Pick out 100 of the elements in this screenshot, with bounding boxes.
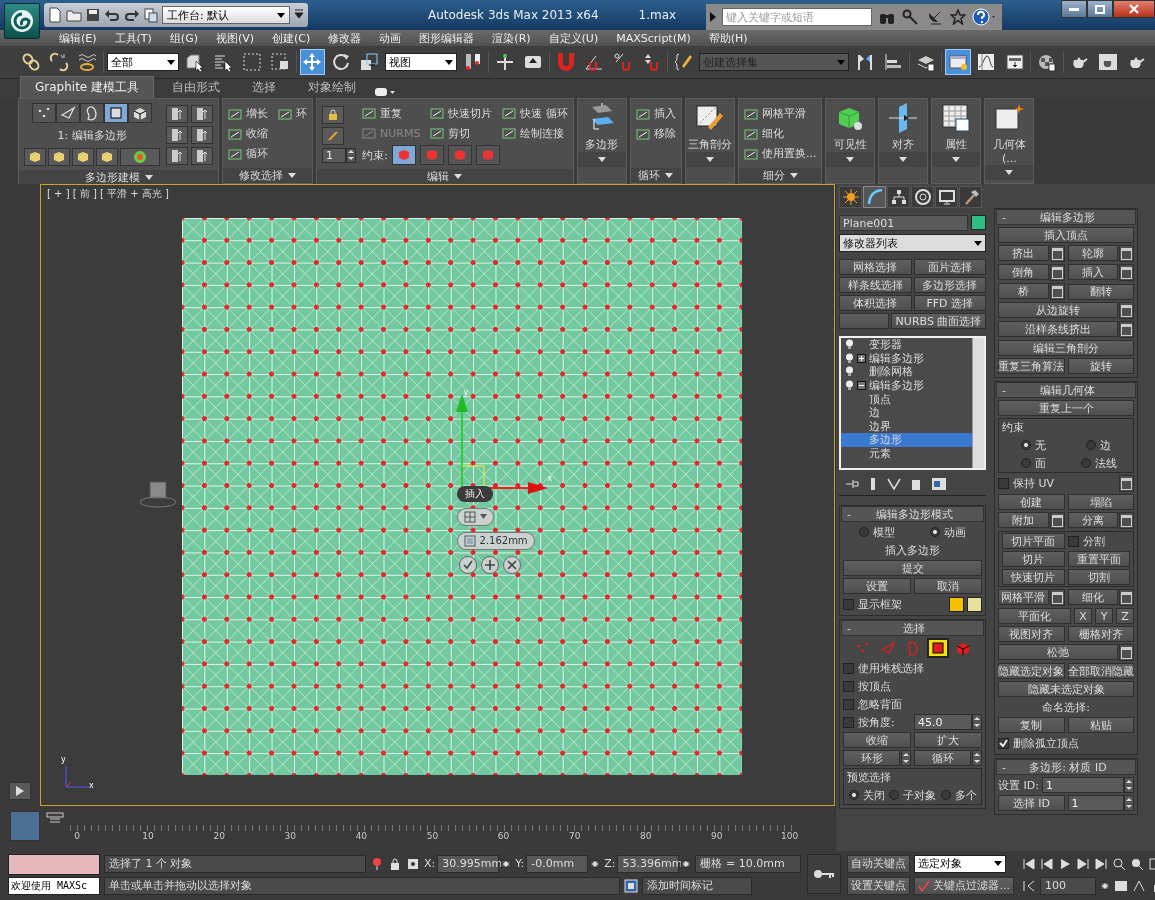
- axis-button[interactable]: Y: [1095, 608, 1113, 624]
- panel-button[interactable]: 编辑三角剖分: [998, 340, 1134, 356]
- ribbon-tool[interactable]: 重复: [362, 105, 421, 121]
- panel-button[interactable]: 重复三角算法: [998, 358, 1065, 374]
- coord-field[interactable]: 53.396mm: [617, 854, 680, 873]
- menu-item[interactable]: 工具(T): [105, 30, 161, 46]
- panel-button[interactable]: 循环: [914, 750, 971, 766]
- ribbon-tool[interactable]: 快速切片: [430, 105, 493, 121]
- frame-field[interactable]: 100: [1039, 876, 1096, 895]
- ribbon-tool[interactable]: 快速 循环: [502, 105, 568, 121]
- stack-item[interactable]: 变形器: [841, 338, 972, 352]
- panel-button[interactable]: 挤出: [998, 245, 1049, 261]
- toolbar-dropdown[interactable]: 视图: [384, 53, 457, 71]
- panel-button[interactable]: 倒角: [998, 264, 1049, 280]
- spinner-field[interactable]: 1: [322, 147, 346, 163]
- rollout-toggle[interactable]: -: [1002, 210, 1006, 224]
- panel-button[interactable]: 分离: [1067, 512, 1118, 528]
- stack-item[interactable]: 编辑多边形: [841, 378, 972, 393]
- menu-item[interactable]: 组(G): [160, 30, 207, 46]
- menu-item[interactable]: MAXScript(M): [607, 31, 700, 45]
- time-tag[interactable]: 添加时间标记: [642, 876, 752, 895]
- rollout-title[interactable]: 编辑几何体: [1006, 382, 1130, 398]
- ribbon-big-button[interactable]: 几何体 (...: [985, 99, 1034, 165]
- ribbon-big-button[interactable]: 属性: [932, 99, 981, 152]
- panel-button[interactable]: 设置: [843, 578, 911, 594]
- modifier-button[interactable]: 体积选择: [839, 295, 912, 311]
- ribbon-tab[interactable]: Graphite 建模工具: [20, 76, 155, 98]
- plane-mesh[interactable]: y x 插入 2.162mm: [181, 217, 742, 775]
- modifier-button[interactable]: 多边形选择: [913, 277, 986, 293]
- panel-button[interactable]: 粘贴: [1067, 717, 1134, 733]
- spinner-field[interactable]: 45.0: [914, 714, 972, 730]
- stack-subitem[interactable]: 元素: [841, 446, 972, 461]
- ribbon-tool[interactable]: 使用置换...: [743, 146, 817, 161]
- panel-button[interactable]: 扩大: [914, 732, 982, 748]
- ribbon-big-button[interactable]: 多边形: [577, 99, 626, 152]
- ribbon-big-button[interactable]: 可见性: [826, 99, 875, 152]
- coord-field[interactable]: -0.0mm: [526, 854, 589, 873]
- panel-button[interactable]: 旋转: [1067, 358, 1134, 374]
- panel-button[interactable]: 选择 ID: [998, 795, 1065, 811]
- stack-subitem[interactable]: 边界: [841, 419, 972, 434]
- workspace-dropdown[interactable]: 工作台: 默认: [162, 6, 290, 24]
- panel-button[interactable]: 环形: [843, 750, 900, 766]
- panel-button[interactable]: 从边旋转: [998, 302, 1118, 318]
- panel-button[interactable]: 隐藏未选定对象: [998, 681, 1134, 697]
- rollout-toggle[interactable]: -: [1002, 760, 1006, 774]
- ribbon-tool[interactable]: 收缩: [228, 126, 268, 141]
- menu-item[interactable]: 编辑(E): [50, 30, 106, 46]
- panel-button[interactable]: 隐藏选定对象: [998, 663, 1065, 679]
- rollout-title[interactable]: 选择: [851, 620, 978, 636]
- rollout-title[interactable]: 编辑多边形: [1006, 209, 1130, 225]
- ribbon-big-button[interactable]: 三角剖分: [685, 99, 734, 152]
- rollout-toggle[interactable]: -: [847, 621, 851, 635]
- menu-item[interactable]: 渲染(R): [483, 30, 540, 46]
- modifier-button[interactable]: 面片选择: [913, 259, 986, 275]
- caddy-value-field[interactable]: 2.162mm: [456, 531, 535, 550]
- menu-item[interactable]: 修改器: [319, 30, 371, 46]
- ribbon-tool[interactable]: 移除: [635, 126, 676, 141]
- rollout-toggle[interactable]: -: [847, 507, 851, 521]
- ribbon-tool[interactable]: 循环: [228, 146, 268, 161]
- auto-key-button[interactable]: 自动关键点: [847, 854, 911, 873]
- viewport[interactable]: [ + ] [ 前 ] [ 平滑 + 高光 ] y x 插入 2.162mm y x: [40, 184, 835, 806]
- panel-button[interactable]: 切片平面: [1002, 533, 1065, 549]
- rollout-toggle[interactable]: -: [1002, 383, 1006, 397]
- panel-button[interactable]: 桥: [998, 283, 1049, 299]
- stack-subitem[interactable]: 边: [841, 405, 972, 420]
- ribbon-tool[interactable]: 网格平滑: [743, 106, 817, 121]
- ribbon-tool[interactable]: 插入: [635, 106, 676, 121]
- panel-button[interactable]: 插入顶点: [998, 227, 1134, 243]
- panel-button[interactable]: 重置平面: [1067, 551, 1130, 567]
- panel-button[interactable]: 取消: [914, 578, 982, 594]
- axis-button[interactable]: X: [1074, 608, 1092, 624]
- coord-field[interactable]: 30.995mm: [437, 854, 500, 873]
- ribbon-tool[interactable]: 增长: [228, 106, 268, 121]
- panel-button[interactable]: 轮廓: [1067, 245, 1118, 261]
- menu-item[interactable]: 创建(C): [263, 30, 320, 46]
- panel-button[interactable]: 附加: [998, 512, 1049, 528]
- key-mode-dropdown[interactable]: 选定对象: [914, 854, 1007, 873]
- ribbon-tool[interactable]: 环: [278, 106, 307, 121]
- panel-button[interactable]: 切割: [1067, 569, 1130, 585]
- panel-button[interactable]: 栅格对齐: [1067, 626, 1134, 642]
- key-filters-button[interactable]: 关键点过滤器...: [914, 876, 1014, 895]
- panel-button[interactable]: 松弛: [998, 644, 1118, 660]
- panel-button[interactable]: 平面化: [998, 608, 1071, 624]
- panel-button[interactable]: 重复上一个: [998, 400, 1134, 416]
- modifier-button[interactable]: 网格选择: [839, 259, 912, 275]
- panel-button[interactable]: 创建: [998, 494, 1065, 510]
- stack-item[interactable]: 删除网格: [841, 365, 972, 379]
- menu-item[interactable]: 视图(V): [206, 30, 264, 46]
- panel-button[interactable]: 切片: [1002, 551, 1065, 567]
- stack-subitem[interactable]: 顶点: [841, 392, 972, 406]
- ribbon-tab[interactable]: 自由形式: [158, 77, 235, 98]
- axis-button[interactable]: Z: [1116, 608, 1134, 624]
- stack-item[interactable]: 编辑多边形: [841, 351, 972, 366]
- viewport-label[interactable]: [ + ] [ 前 ] [ 平滑 + 高光 ]: [47, 187, 169, 201]
- panel-button[interactable]: 细化: [1067, 589, 1118, 605]
- object-name-field[interactable]: Plane001: [839, 215, 968, 231]
- panel-button[interactable]: 快速切片: [1002, 569, 1065, 585]
- rollout-title[interactable]: 多边形: 材质 ID: [1006, 759, 1130, 775]
- modifier-button[interactable]: NURBS 曲面选择: [891, 313, 986, 329]
- panel-button[interactable]: 全部取消隐藏: [1067, 663, 1134, 679]
